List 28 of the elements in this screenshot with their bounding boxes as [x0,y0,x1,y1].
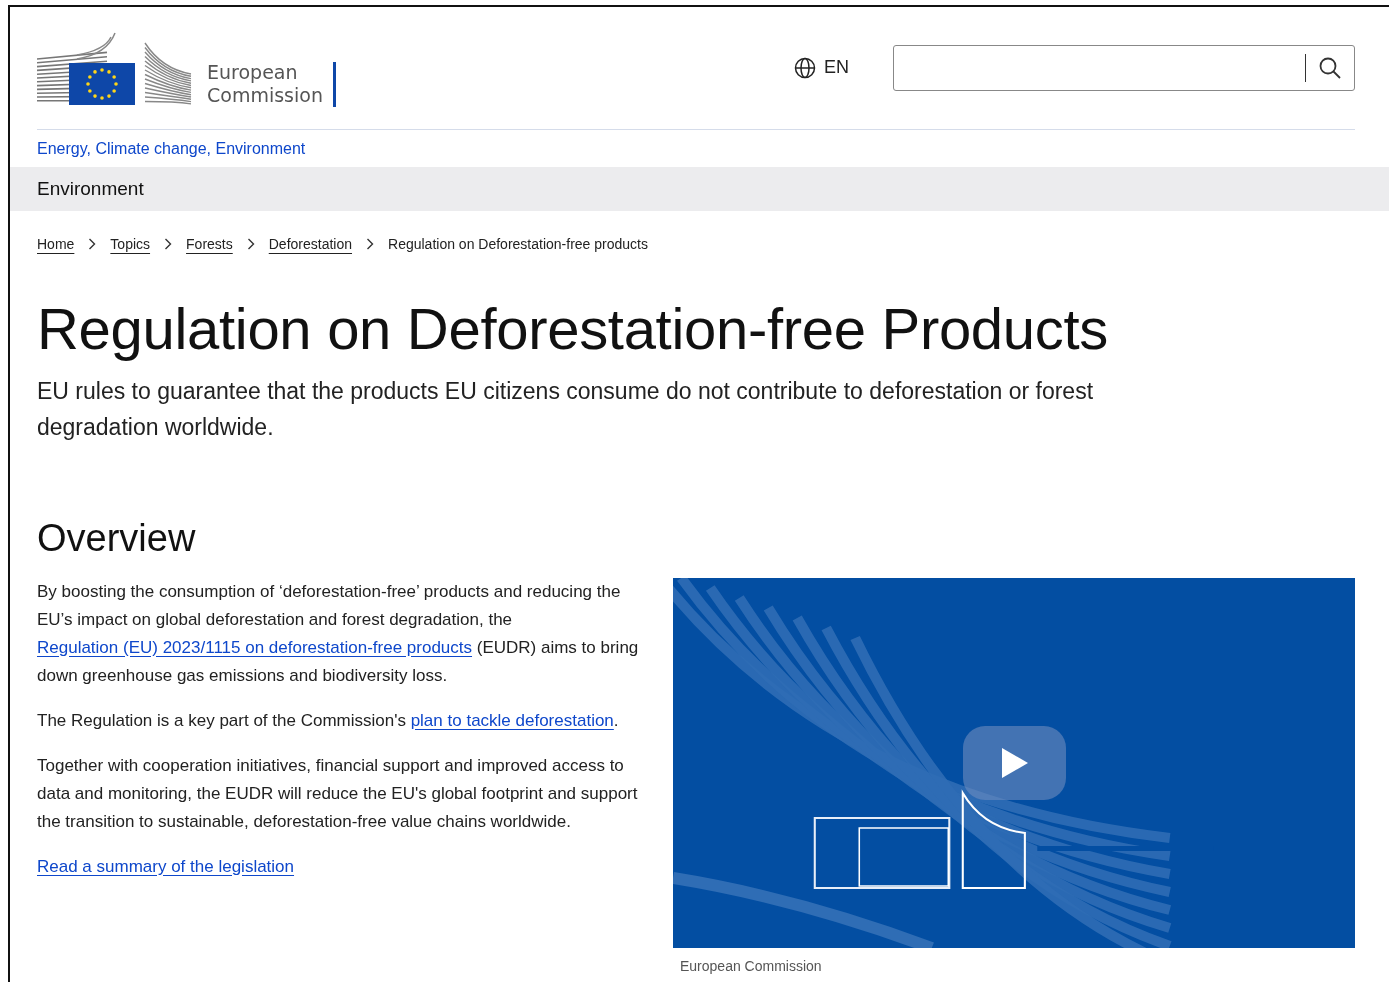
play-icon [999,745,1030,780]
paragraph: The Regulation is a key part of the Commission's plan to tackle deforestation. [37,709,620,732]
breadcrumb-link[interactable]: Forests [186,236,233,252]
search-icon[interactable] [1318,55,1342,80]
chevron-icon [88,238,97,250]
chevron-icon [366,238,374,250]
breadcrumb-current: Regulation on Deforestation-free products [388,236,648,252]
breadcrumb-link[interactable]: Deforestation [268,236,352,252]
paragraph: Together with cooperation initiatives, financial support and improved access to data and monitoring, the EUDR will reduce the EU's global footprint and support the transition to sustainable, deforestation-free value chains worldwide. [37,754,639,833]
section-heading: Overview [37,516,197,560]
chevron-icon [246,238,255,250]
logo-text: European Commission [207,60,324,107]
section-title: Environment [37,178,144,200]
play-button[interactable] [963,725,1066,800]
page-title: Regulation on Deforestation-free Products [37,295,1109,363]
paragraph: By boosting the consumption of ‘deforestation-free’ products and reducing the EU’s impact on global deforestation and forest degradation, the Regulation (EU) 2023/1115 on deforestation-free products (EUDR) aims to bring down greenhouse gas emissions and biodiversity loss. [37,580,640,687]
summary-link[interactable]: Read a summary of the legislation [37,856,295,876]
page-subtitle: EU rules to guarantee that the products EU citizens consume do not contribute to deforestation or forest degradation worldwide. [37,376,1095,442]
globe-icon [794,56,816,79]
site-name-link[interactable]: Energy, Climate change, Environment [37,140,306,158]
breadcrumb-link[interactable]: Home [37,236,75,252]
language-button[interactable]: EN [790,52,853,83]
chevron-icon [164,238,173,250]
inline-link[interactable]: Regulation (EU) 2023/1115 on deforestation-free products [37,637,473,657]
video-caption: European Commission [680,957,822,974]
search-field[interactable] [893,44,1355,91]
inline-link[interactable]: plan to tackle deforestation [410,710,614,730]
breadcrumb-link[interactable]: Topics [110,236,151,252]
